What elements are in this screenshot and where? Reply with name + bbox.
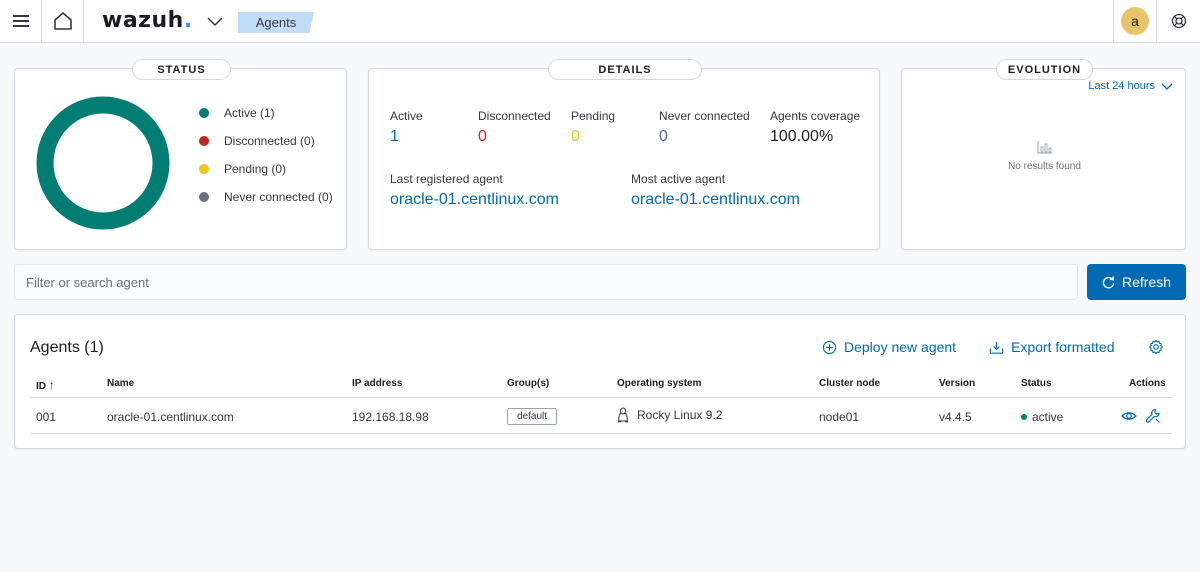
refresh-icon	[1102, 275, 1115, 289]
refresh-button[interactable]: Refresh	[1087, 264, 1186, 300]
deploy-agent-label: Deploy new agent	[844, 339, 957, 355]
hamburger-icon	[12, 15, 29, 27]
chevron-down-icon[interactable]	[206, 13, 224, 29]
status-panel: STATUS Active (1) Disconnected (0) Pendi…	[14, 59, 347, 250]
details-title: DETAILS	[548, 59, 702, 80]
deploy-agent-button[interactable]: Deploy new agent	[822, 339, 956, 355]
stat-label: Disconnected	[478, 109, 551, 123]
export-formatted-button[interactable]: Export formatted	[989, 339, 1115, 355]
wrench-icon[interactable]	[1145, 408, 1161, 424]
legend-label: Active (1)	[224, 106, 275, 120]
stat-value[interactable]: 0	[478, 128, 551, 146]
legend-item-pending[interactable]: Pending (0)	[199, 155, 333, 183]
status-legend: Active (1) Disconnected (0) Pending (0) …	[199, 99, 333, 211]
most-active-agent: Most active agent oracle-01.centlinux.co…	[631, 172, 800, 209]
linux-icon	[618, 407, 628, 423]
cell-status: active	[1021, 410, 1063, 424]
stat-never-connected: Never connected 0	[659, 109, 750, 146]
help-button[interactable]	[1156, 0, 1200, 42]
agents-panel: Agents (1) Deploy new agent Export forma…	[14, 314, 1186, 449]
column-header-cluster-node[interactable]: Cluster node	[819, 378, 880, 389]
last-registered-agent: Last registered agent oracle-01.centlinu…	[390, 172, 559, 209]
stat-agents-coverage: Agents coverage 100.00%	[770, 109, 860, 146]
wazuh-logo[interactable]: wazuh.	[102, 8, 193, 33]
agents-table-title: Agents (1)	[30, 339, 104, 356]
cell-name: oracle-01.centlinux.com	[107, 410, 234, 424]
column-header-groups: Group(s)	[507, 378, 550, 389]
donut-segment-active	[36, 96, 170, 230]
help-icon	[1171, 13, 1186, 29]
user-menu[interactable]: a	[1113, 0, 1156, 42]
empty-state-message: No results found	[1008, 161, 1081, 172]
chart-icon	[1037, 141, 1052, 154]
plus-circle-icon	[822, 340, 837, 354]
legend-item-disconnected[interactable]: Disconnected (0)	[199, 127, 333, 155]
column-header-id[interactable]: ID ↑	[36, 378, 55, 392]
status-title: STATUS	[132, 59, 231, 80]
column-header-actions: Actions	[1129, 378, 1166, 389]
group-badge[interactable]: default	[507, 408, 557, 425]
last-registered-label: Last registered agent	[390, 172, 503, 186]
legend-dot	[199, 164, 209, 174]
search-input[interactable]	[14, 264, 1078, 300]
avatar[interactable]: a	[1121, 7, 1149, 35]
stat-label: Agents coverage	[770, 109, 861, 123]
stat-label: Pending	[571, 109, 616, 123]
legend-dot	[199, 108, 209, 118]
export-formatted-label: Export formatted	[1011, 339, 1115, 355]
legend-item-active[interactable]: Active (1)	[199, 99, 333, 127]
legend-label: Pending (0)	[224, 162, 287, 176]
evolution-title: EVOLUTION	[996, 59, 1093, 80]
refresh-label: Refresh	[1121, 274, 1172, 290]
stat-value[interactable]: 0	[571, 128, 615, 146]
sort-ascending-icon: ↑	[48, 378, 55, 392]
column-header-version[interactable]: Version	[939, 378, 975, 389]
time-range-label: Last 24 hours	[1088, 80, 1155, 92]
status-dot	[1021, 414, 1027, 420]
column-header-status[interactable]: Status	[1021, 378, 1052, 389]
legend-label: Never connected (0)	[224, 190, 333, 204]
home-icon	[53, 12, 72, 30]
status-donut-chart	[36, 96, 170, 230]
stat-value[interactable]: 0	[659, 128, 750, 146]
cell-version: v4.4.5	[939, 410, 972, 424]
menu-button[interactable]	[0, 0, 42, 42]
cell-os: Rocky Linux 9.2	[617, 407, 722, 423]
cell-ip: 192.168.18.98	[352, 410, 429, 424]
cell-cluster-node: node01	[819, 410, 860, 424]
legend-dot	[199, 192, 209, 202]
eye-icon[interactable]	[1121, 408, 1137, 424]
legend-item-never-connected[interactable]: Never connected (0)	[199, 183, 333, 211]
time-range-select[interactable]: Last 24 hours	[1088, 80, 1173, 92]
top-bar: wazuh. Agents a	[0, 0, 1200, 43]
stat-active: Active 1	[390, 109, 423, 146]
cell-id: 001	[36, 410, 57, 424]
details-panel: DETAILS Active 1 Disconnected 0 Pending …	[368, 59, 880, 250]
most-active-label: Most active agent	[631, 172, 726, 186]
gear-icon[interactable]	[1148, 339, 1164, 355]
breadcrumb-agents[interactable]: Agents	[238, 12, 314, 33]
home-button[interactable]	[42, 0, 84, 42]
export-icon	[989, 341, 1004, 354]
most-active-link[interactable]: oracle-01.centlinux.com	[631, 191, 800, 209]
status-label: active	[1032, 410, 1064, 424]
evolution-panel: EVOLUTION Last 24 hours No results found	[901, 59, 1186, 250]
stat-disconnected: Disconnected 0	[478, 109, 551, 146]
stat-label: Active	[390, 109, 423, 123]
last-registered-link[interactable]: oracle-01.centlinux.com	[390, 191, 559, 209]
table-row-divider	[30, 433, 1172, 434]
os-label: Rocky Linux 9.2	[637, 408, 723, 422]
legend-label: Disconnected (0)	[224, 134, 315, 148]
stat-value[interactable]: 1	[390, 128, 423, 146]
stat-label: Never connected	[659, 109, 750, 123]
chevron-down-icon	[1161, 83, 1173, 90]
legend-dot	[199, 136, 209, 146]
column-header-ip[interactable]: IP address	[352, 378, 402, 389]
stat-value: 100.00%	[770, 128, 834, 145]
column-header-os[interactable]: Operating system	[617, 378, 701, 389]
column-header-name[interactable]: Name	[107, 378, 134, 389]
table-header-divider	[30, 397, 1172, 398]
stat-pending: Pending 0	[571, 109, 615, 146]
